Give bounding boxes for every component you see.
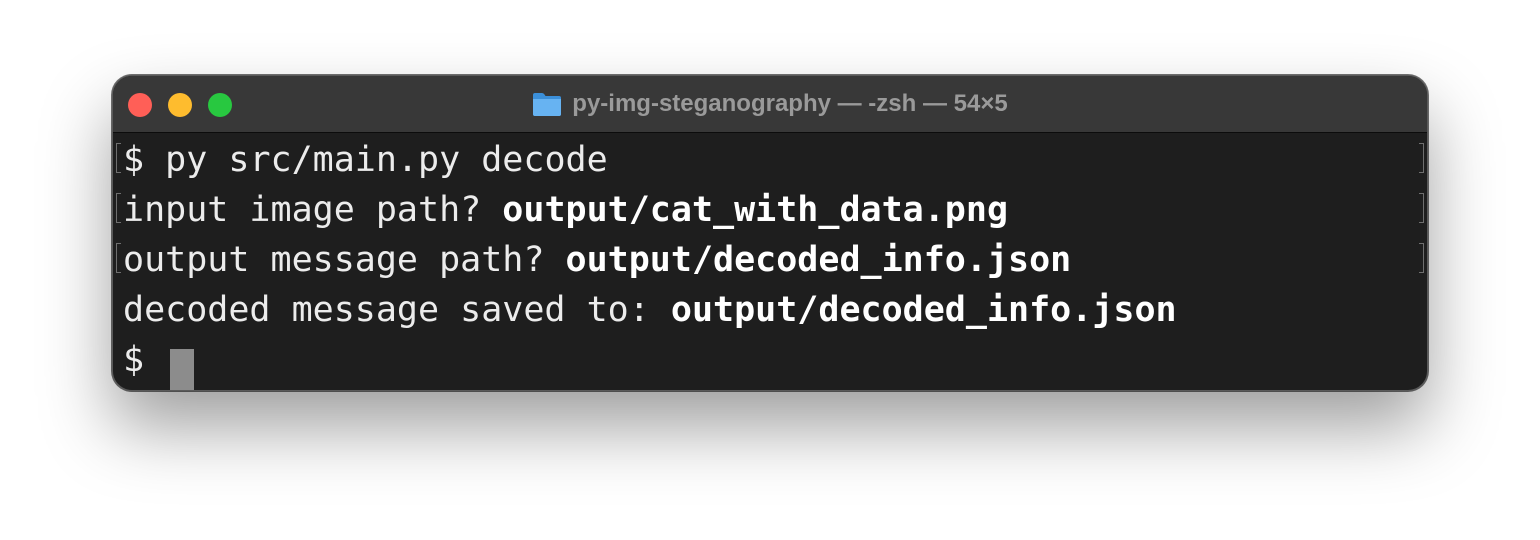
terminal-line: output message path? output/decoded_info… bbox=[123, 235, 1071, 285]
command-text: py src/main.py decode bbox=[165, 140, 608, 180]
shell-prompt: $ bbox=[123, 140, 166, 180]
folder-icon bbox=[533, 93, 562, 116]
response-text: output/decoded_info.json bbox=[565, 240, 1072, 280]
terminal-line: $ bbox=[123, 335, 165, 385]
line-marker-left bbox=[116, 243, 121, 273]
terminal-line: $ py src/main.py decode bbox=[123, 135, 608, 185]
line-marker-left bbox=[116, 193, 121, 223]
window-title-container: py-img-steganography — -zsh — 54×5 bbox=[113, 76, 1427, 132]
status-text: decoded message saved to: bbox=[123, 290, 671, 330]
text-cursor bbox=[170, 349, 194, 390]
terminal-output[interactable]: $ py src/main.py decode input image path… bbox=[113, 133, 1427, 390]
response-text: output/decoded_info.json bbox=[670, 290, 1177, 330]
shell-prompt: $ bbox=[123, 340, 166, 380]
terminal-line: decoded message saved to: output/decoded… bbox=[123, 285, 1177, 335]
line-marker-right bbox=[1419, 143, 1424, 173]
title-bar[interactable]: py-img-steganography — -zsh — 54×5 bbox=[113, 76, 1427, 133]
terminal-line: input image path? output/cat_with_data.p… bbox=[123, 185, 1008, 235]
line-marker-right bbox=[1419, 243, 1424, 273]
line-marker-left bbox=[116, 143, 121, 173]
question-text: output message path? bbox=[123, 240, 566, 280]
terminal-window: py-img-steganography — -zsh — 54×5 $ py … bbox=[112, 75, 1428, 391]
window-title: py-img-steganography — -zsh — 54×5 bbox=[572, 90, 1008, 117]
line-marker-right bbox=[1419, 193, 1424, 223]
response-text: output/cat_with_data.png bbox=[502, 190, 1009, 230]
question-text: input image path? bbox=[123, 190, 503, 230]
